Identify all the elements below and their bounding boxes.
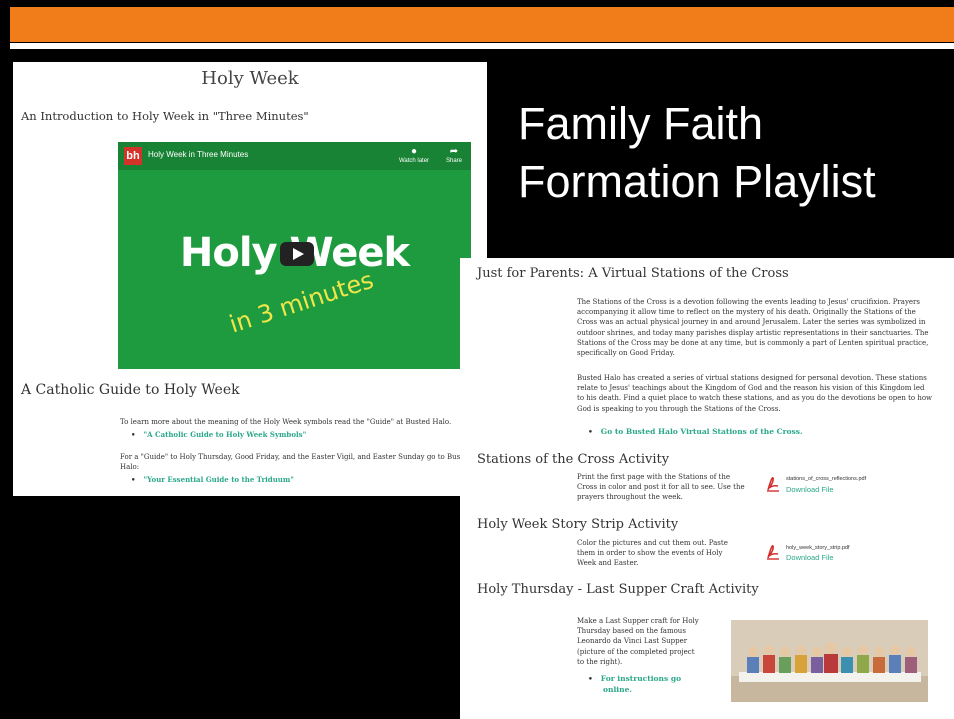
story-strip-download-link[interactable]: Download File bbox=[786, 553, 834, 562]
text-line: to his death. Find a quiet place to watc… bbox=[577, 394, 933, 403]
text-line: Color the pictures and cut them out. Pas… bbox=[577, 539, 728, 547]
pdf-icon[interactable] bbox=[766, 474, 780, 492]
stations-paragraph-1: The Stations of the Cross is a devotion … bbox=[577, 297, 929, 358]
text-line: Print the first page with the Stations o… bbox=[577, 473, 731, 481]
virtual-stations-link-text[interactable]: Go to Busted Halo Virtual Stations of th… bbox=[601, 427, 803, 436]
stations-file-name: stations_of_cross_reflections.pdf bbox=[786, 476, 867, 482]
instructions-link-online[interactable]: online. bbox=[603, 685, 632, 694]
title-line-2: Formation Playlist bbox=[518, 156, 876, 207]
story-strip-file-name: holy_week_story_strip.pdf bbox=[786, 545, 850, 551]
text-line: Make a Last Supper craft for Holy bbox=[577, 617, 699, 625]
header-bar bbox=[10, 7, 954, 42]
text-line: Week and Easter. bbox=[577, 559, 639, 568]
last-supper-text: Make a Last Supper craft for Holy Thursd… bbox=[577, 616, 699, 667]
share-label: Share bbox=[445, 158, 462, 164]
share-icon: ➦ bbox=[449, 146, 459, 157]
text-line: Cross in color and post it for all to se… bbox=[577, 483, 745, 492]
triduum-guide-link[interactable]: "Your Essential Guide to the Triduum" bbox=[131, 475, 293, 484]
video-player[interactable]: bh Holy Week in Three Minutes ● Watch la… bbox=[118, 142, 471, 369]
triduum-guide-link-text[interactable]: "Your Essential Guide to the Triduum" bbox=[143, 475, 293, 484]
text-line: them in order to show the events of Holy bbox=[577, 549, 723, 558]
catholic-guide-heading: A Catholic Guide to Holy Week bbox=[21, 382, 240, 398]
instructions-link-text[interactable]: For instructions go bbox=[601, 674, 681, 683]
share-button[interactable]: ➦ Share bbox=[440, 146, 468, 164]
last-supper-heading: Holy Thursday - Last Supper Craft Activi… bbox=[477, 582, 759, 597]
stations-heading: Just for Parents: A Virtual Stations of … bbox=[477, 266, 789, 281]
watch-later-label: Watch later bbox=[398, 158, 430, 164]
holy-week-page-screenshot: Holy Week An Introduction to Holy Week i… bbox=[13, 62, 487, 496]
text-line: Leonardo da Vinci Last Supper bbox=[577, 637, 688, 646]
stations-activity-heading: Stations of the Cross Activity bbox=[477, 452, 670, 467]
text-line: Busted Halo has created a series of virt… bbox=[577, 374, 927, 382]
intro-heading: An Introduction to Holy Week in "Three M… bbox=[21, 109, 309, 123]
last-supper-craft-photo bbox=[731, 620, 928, 702]
watch-later-button[interactable]: ● Watch later bbox=[394, 146, 434, 164]
guide-paragraph-2b: Halo: bbox=[120, 463, 140, 471]
text-line: Cross was an actual physical journey in … bbox=[577, 318, 926, 327]
slide-title: Family Faith Formation Playlist bbox=[518, 95, 938, 211]
story-strip-text: Color the pictures and cut them out. Pas… bbox=[577, 538, 728, 569]
story-strip-heading: Holy Week Story Strip Activity bbox=[477, 517, 679, 532]
text-line: God is speaking to you through the Stati… bbox=[577, 404, 781, 413]
play-button[interactable] bbox=[280, 242, 314, 266]
video-title[interactable]: Holy Week in Three Minutes bbox=[148, 150, 248, 159]
page-heading: Holy Week bbox=[201, 68, 299, 89]
header-divider bbox=[10, 43, 954, 49]
text-line: Thursday based on the famous bbox=[577, 627, 686, 636]
stations-activity-text: Print the first page with the Stations o… bbox=[577, 472, 745, 503]
virtual-stations-link[interactable]: Go to Busted Halo Virtual Stations of th… bbox=[588, 427, 803, 436]
pdf-icon[interactable] bbox=[766, 542, 780, 560]
text-line: specifically on Good Friday. bbox=[577, 349, 675, 358]
text-line: accompanying it allow time to reflect on… bbox=[577, 308, 916, 317]
instructions-link[interactable]: For instructions go bbox=[588, 674, 681, 683]
guide-paragraph-2: For a "Guide" to Holy Thursday, Good Fri… bbox=[120, 453, 472, 461]
stations-download-link[interactable]: Download File bbox=[786, 485, 834, 494]
clock-icon: ● bbox=[410, 146, 418, 157]
channel-logo[interactable]: bh bbox=[124, 147, 142, 165]
text-line: relate to Jesus' teachings about the Kin… bbox=[577, 384, 925, 393]
text-line: to the right). bbox=[577, 657, 623, 666]
guide-paragraph-1: To learn more about the meaning of the H… bbox=[120, 418, 452, 426]
text-line: Stations of the Cross may be done at any… bbox=[577, 338, 929, 347]
slide: Family Faith Formation Playlist Holy Wee… bbox=[0, 0, 954, 719]
title-line-1: Family Faith bbox=[518, 98, 764, 149]
text-line: The Stations of the Cross is a devotion … bbox=[577, 298, 920, 306]
symbols-guide-link[interactable]: "A Catholic Guide to Holy Week Symbols" bbox=[131, 430, 306, 439]
text-line: prayers throughout the week. bbox=[577, 493, 683, 502]
stations-paragraph-2: Busted Halo has created a series of virt… bbox=[577, 373, 932, 414]
activities-page-screenshot: Just for Parents: A Virtual Stations of … bbox=[460, 258, 954, 719]
text-line: (picture of the completed project bbox=[577, 647, 695, 656]
video-thumbnail-subtitle: in 3 minutes bbox=[226, 265, 377, 339]
text-line: outdoor shrines, and today many parishes… bbox=[577, 328, 929, 337]
symbols-guide-link-text[interactable]: "A Catholic Guide to Holy Week Symbols" bbox=[143, 430, 306, 439]
